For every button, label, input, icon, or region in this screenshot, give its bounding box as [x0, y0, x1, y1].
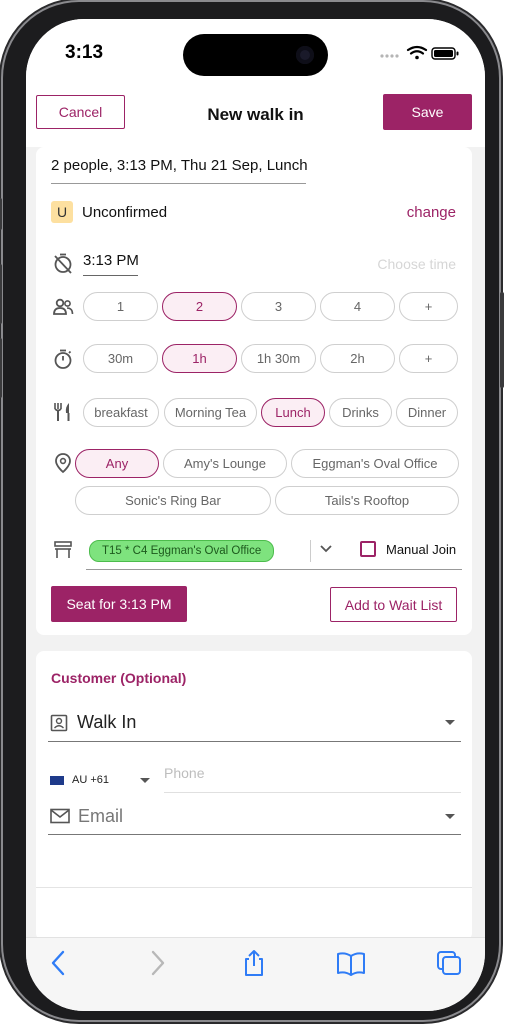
phone-underline	[164, 792, 461, 793]
party-size-4[interactable]: 4	[320, 292, 395, 321]
table-chip[interactable]: T15 * C4 Eggman's Oval Office	[89, 540, 275, 562]
service-dinner[interactable]: Dinner	[396, 398, 458, 427]
au-flag-icon	[50, 776, 64, 785]
time-underline	[83, 275, 138, 276]
volume-up-button	[0, 264, 2, 324]
duration-1h[interactable]: 1h	[162, 344, 237, 373]
booking-status: Unconfirmed	[82, 204, 168, 221]
email-dropdown-caret-icon[interactable]	[445, 814, 455, 819]
phone-input[interactable]: Phone	[164, 765, 204, 781]
area-eggmans-oval-office[interactable]: Eggman's Oval Office	[291, 449, 459, 478]
party-size-3[interactable]: 3	[241, 292, 316, 321]
signal-icon	[380, 54, 399, 58]
bookmarks-icon[interactable]	[336, 948, 366, 978]
area-any[interactable]: Any	[75, 449, 159, 478]
manual-join-label: Manual Join	[386, 542, 457, 557]
screen: 3:13 Cancel New walk in Save 2 people, 3…	[26, 19, 485, 1011]
location-pin-icon	[55, 453, 71, 474]
area-sonics-ring-bar[interactable]: Sonic's Ring Bar	[75, 486, 271, 515]
share-icon[interactable]	[239, 948, 269, 978]
add-to-wait-list-button[interactable]: Add to Wait List	[330, 587, 457, 622]
status-bar: 3:13	[26, 19, 485, 89]
email-icon	[50, 808, 70, 824]
service-breakfast[interactable]: breakfast	[83, 398, 159, 427]
dynamic-island	[183, 34, 328, 76]
nav-bar: Cancel New walk in Save	[26, 89, 485, 147]
camera-icon	[296, 46, 314, 64]
status-icons	[380, 45, 459, 60]
choose-time-placeholder[interactable]: Choose time	[377, 256, 456, 272]
service-drinks[interactable]: Drinks	[329, 398, 392, 427]
summary-underline	[51, 183, 306, 184]
party-size-2[interactable]: 2	[162, 292, 237, 321]
browser-toolbar	[26, 937, 485, 1011]
customer-dropdown-caret-icon[interactable]	[445, 720, 455, 725]
status-time: 3:13	[65, 42, 104, 63]
customer-section-title: Customer (Optional)	[51, 670, 187, 686]
power-button	[500, 292, 504, 388]
time-value[interactable]: 3:13 PM	[83, 252, 139, 269]
action-button	[0, 198, 2, 230]
manual-join-checkbox[interactable]	[360, 541, 376, 557]
timer-off-icon	[54, 253, 72, 274]
duration-2h[interactable]: 2h	[320, 344, 395, 373]
party-size-1[interactable]: 1	[83, 292, 158, 321]
volume-down-button	[0, 338, 2, 398]
email-underline	[48, 834, 461, 835]
table-icon	[54, 541, 72, 558]
customer-card	[36, 651, 472, 941]
customer-name-underline	[48, 741, 461, 742]
country-code-select[interactable]: AU +61	[72, 774, 109, 786]
chevron-down-icon[interactable]	[320, 545, 332, 553]
wifi-dot-icon	[415, 55, 419, 60]
section-divider	[36, 887, 472, 888]
duration-more[interactable]: +	[399, 344, 458, 373]
back-icon[interactable]	[44, 948, 74, 978]
cutlery-icon	[54, 403, 70, 421]
country-dropdown-caret-icon[interactable]	[140, 778, 150, 783]
seat-button[interactable]: Seat for 3:13 PM	[51, 586, 187, 622]
phone-frame: 3:13 Cancel New walk in Save 2 people, 3…	[0, 2, 504, 1020]
status-badge: U	[51, 201, 73, 223]
contact-card-icon	[50, 714, 68, 732]
duration-30m[interactable]: 30m	[83, 344, 158, 373]
save-button[interactable]: Save	[383, 94, 472, 130]
tabs-icon[interactable]	[434, 948, 464, 978]
wifi-icon	[406, 45, 428, 55]
forward-icon[interactable]	[142, 948, 172, 978]
customer-name-value[interactable]: Walk In	[77, 712, 136, 733]
party-size-more[interactable]: +	[399, 292, 458, 321]
service-morning-tea[interactable]: Morning Tea	[164, 398, 257, 427]
duration-1h30m[interactable]: 1h 30m	[241, 344, 316, 373]
area-tailss-rooftop[interactable]: Tails's Rooftop	[275, 486, 459, 515]
table-underline	[86, 569, 462, 570]
people-icon	[53, 298, 74, 315]
stopwatch-icon	[54, 349, 72, 369]
booking-summary[interactable]: 2 people, 3:13 PM, Thu 21 Sep, Lunch	[51, 157, 308, 174]
table-select-separator	[310, 540, 311, 562]
battery-icon	[431, 47, 459, 60]
email-input[interactable]: Email	[78, 806, 123, 827]
area-amys-lounge[interactable]: Amy's Lounge	[163, 449, 287, 478]
change-status-link[interactable]: change	[407, 204, 456, 221]
service-lunch[interactable]: Lunch	[261, 398, 325, 427]
